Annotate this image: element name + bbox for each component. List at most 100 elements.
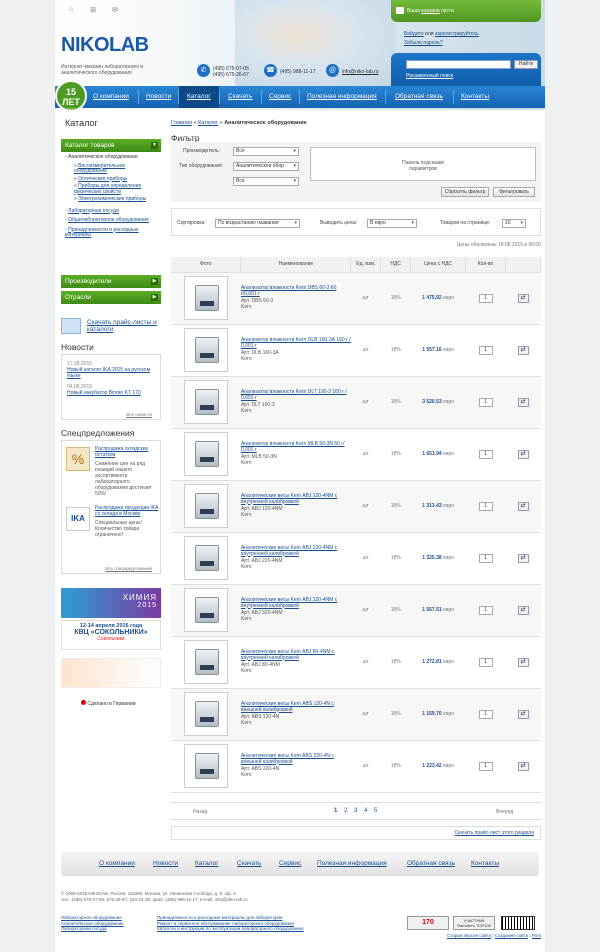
search-input[interactable] (406, 60, 511, 69)
add-to-cart-icon[interactable]: ⇄ (517, 605, 529, 615)
perpage-select[interactable]: 10 (502, 219, 526, 228)
header-email-link[interactable]: info@niko-lab.ru (342, 69, 378, 75)
sitemap-icon[interactable]: ⊞ (87, 6, 99, 16)
reset-filter-button[interactable]: Сбросить фильтр (441, 187, 489, 197)
page-link[interactable]: 5 (374, 808, 377, 814)
type-select[interactable]: Аналитическое обор (233, 162, 299, 171)
footer-nav-item[interactable]: Скачать (237, 852, 261, 876)
nav-catalog[interactable]: Каталог (179, 86, 219, 108)
quantity-input[interactable]: 1 (478, 761, 493, 771)
footer-nav-item[interactable]: Каталог (195, 852, 219, 876)
quantity-input[interactable]: 1 (478, 605, 493, 615)
nav-useful-info[interactable]: Полезная информация (307, 86, 377, 108)
add-to-cart-icon[interactable]: ⇄ (517, 449, 529, 459)
product-link[interactable]: Аналитические весы Kern ABJ 120-4NM с вн… (241, 493, 337, 505)
add-to-cart-icon[interactable]: ⇄ (517, 553, 529, 563)
search-button[interactable]: Найти (514, 60, 538, 69)
product-photo[interactable] (183, 380, 228, 424)
liveinternet-counter[interactable] (501, 916, 535, 930)
product-link[interactable]: Аналитические весы Kern ABJ 320-4NM с вн… (241, 597, 337, 609)
mail-icon[interactable]: ✉ (109, 6, 121, 16)
download-price-link[interactable]: Скачать прайс-листы и каталоги (87, 319, 159, 333)
nav-service[interactable]: Сервис (269, 86, 291, 108)
product-link[interactable]: Анализатор влажности Kern MLB 50-3N 50 г… (241, 441, 345, 453)
register-link[interactable]: зарегистрируйтесь (435, 31, 479, 37)
login-link[interactable]: Войдите (404, 31, 424, 37)
add-to-cart-icon[interactable]: ⇄ (517, 345, 529, 355)
quantity-input[interactable]: 1 (478, 553, 493, 563)
footer-link[interactable]: Ремонт и сервисное обслуживание лаборато… (157, 921, 294, 926)
all-specials-link[interactable]: Все спецпредложения (105, 566, 152, 571)
print-link[interactable]: Print (532, 933, 541, 938)
news-link[interactable]: Новый инкубатор Binder KT 170 (67, 390, 141, 396)
chemistry-banner[interactable]: ХИМИЯ 2015 (61, 588, 161, 618)
footer-nav-item[interactable]: Контакты (471, 852, 499, 876)
subtype-select[interactable]: Все (233, 177, 299, 186)
quantity-input[interactable]: 1 (478, 501, 493, 511)
add-to-cart-icon[interactable]: ⇄ (517, 501, 529, 511)
footer-link[interactable]: Лабораторное оборудование (61, 915, 122, 920)
download-section-link[interactable]: Скачать прайс-лист этого раздела (454, 830, 534, 836)
product-photo[interactable] (183, 432, 228, 476)
industries-toggle[interactable]: Отрасли ▶ (61, 291, 161, 304)
footer-link[interactable]: Аналитическое оборудование (61, 921, 124, 926)
rambler-counter[interactable]: УЧАСТНИК Rambler's TOP100 (453, 916, 495, 930)
currency-select[interactable]: В евро (367, 219, 417, 228)
home-icon[interactable]: ⌂ (65, 6, 77, 16)
footer-link[interactable]: Лабораторная посуда (61, 926, 107, 931)
footer-link[interactable]: Принадлежности и расходные материалы для… (157, 915, 282, 920)
catalog-toggle[interactable]: Каталог товаров ▼ (61, 139, 161, 152)
add-to-cart-icon[interactable]: ⇄ (517, 761, 529, 771)
nav-feedback[interactable]: Обратная связь (395, 86, 443, 108)
breadcrumb-catalog[interactable]: Каталог (198, 120, 218, 126)
apply-filter-button[interactable]: Фильтровать (493, 187, 535, 197)
sokolniki-banner[interactable]: 12-14 апреля 2016 года КВЦ «СОКОЛЬНИКИ» … (61, 620, 161, 650)
product-link[interactable]: Анализатор влажности Kern DLB 160-3А 160… (241, 337, 351, 349)
product-link[interactable]: Анализатор влажности Kern DLT 100-3 160 … (241, 389, 347, 401)
extended-search-link[interactable]: Расширенный поиск (406, 73, 453, 79)
nav-about[interactable]: О компании (93, 86, 129, 108)
tree-sub-item[interactable]: » Электрохимические приборы (74, 196, 159, 203)
page-link[interactable]: 3 (354, 808, 357, 814)
page-link[interactable]: 2 (344, 808, 347, 814)
sort-select[interactable]: По возрастанию названия (215, 219, 300, 228)
product-photo[interactable] (183, 484, 228, 528)
product-link[interactable]: Аналитические весы Kern ABS 120-4N с вне… (241, 701, 334, 713)
tree-sub-item[interactable]: » Весоизмерительное оборудование (74, 163, 159, 175)
add-to-cart-icon[interactable]: ⇄ (517, 709, 529, 719)
quantity-input[interactable]: 1 (478, 709, 493, 719)
basket-link[interactable]: корзина (421, 8, 439, 14)
footer-nav-item[interactable]: О компании (99, 852, 135, 876)
producers-toggle[interactable]: Производители ▶ (61, 275, 161, 288)
nav-download[interactable]: Скачать (228, 86, 252, 108)
product-link[interactable]: Аналитические весы Kern ABJ 220-4NM с вн… (241, 545, 337, 557)
quantity-input[interactable]: 1 (478, 293, 493, 303)
tree-item[interactable]: ▫ Общелабораторное оборудование (65, 217, 159, 224)
breadcrumb-home[interactable]: Главная (171, 120, 192, 126)
footer-nav-item[interactable]: Обратная связь (407, 852, 455, 876)
logo[interactable]: NIKOLAB (61, 34, 149, 57)
nav-news[interactable]: Новости (146, 86, 171, 108)
pager-prev[interactable]: Назад (193, 809, 207, 815)
footer-link[interactable]: Каталоги и инструкции по эксплуатации ла… (157, 926, 303, 931)
quantity-input[interactable]: 1 (478, 657, 493, 667)
product-photo[interactable] (183, 588, 228, 632)
tree-root[interactable]: ▫ Аналитическое оборудование (65, 154, 159, 161)
footer-nav-item[interactable]: Полезная информация (317, 852, 387, 876)
product-photo[interactable] (183, 640, 228, 684)
tree-item[interactable]: ▫ Принадлежности и расходные материалы (65, 227, 159, 239)
site-creation-link[interactable]: Создание сайта (495, 933, 528, 938)
add-to-cart-icon[interactable]: ⇄ (517, 397, 529, 407)
footer-nav-item[interactable]: Новости (153, 852, 178, 876)
footer-nav-item[interactable]: Сервис (279, 852, 301, 876)
page-link[interactable]: 1 (334, 808, 337, 814)
special-link[interactable]: Распродажа складских остатков (95, 446, 148, 458)
basket-bar[interactable]: Ваша корзина пуста (391, 0, 541, 22)
tree-item[interactable]: ▫ Лабораторная посуда (65, 208, 159, 215)
quantity-input[interactable]: 1 (478, 449, 493, 459)
nav-contacts[interactable]: Контакты (461, 86, 489, 108)
product-photo[interactable] (183, 744, 228, 788)
product-photo[interactable] (183, 536, 228, 580)
tree-sub-item[interactable]: » Оптические приборы (74, 176, 159, 183)
quantity-input[interactable]: 1 (478, 345, 493, 355)
